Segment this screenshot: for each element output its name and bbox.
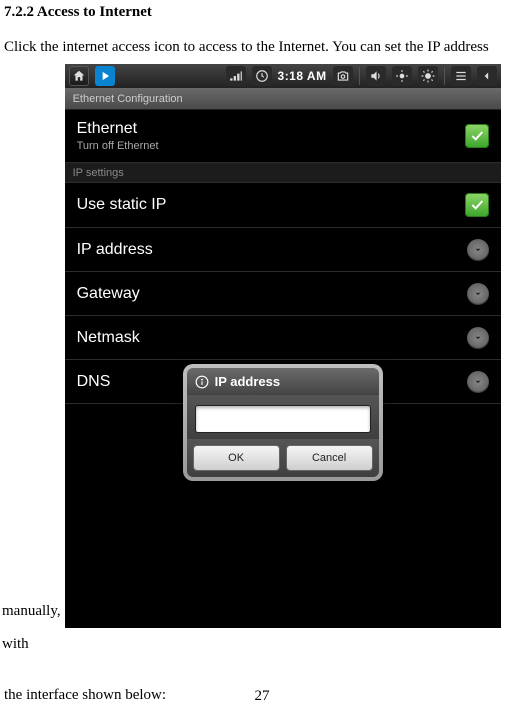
ok-button[interactable]: OK xyxy=(193,445,280,471)
dim-icon[interactable] xyxy=(392,66,412,86)
chevron-down-icon xyxy=(467,327,489,349)
row-ip-address[interactable]: IP address xyxy=(65,228,501,272)
home-icon[interactable] xyxy=(69,66,89,86)
back-icon[interactable] xyxy=(477,66,497,86)
chevron-down-icon xyxy=(467,283,489,305)
ip-address-input[interactable] xyxy=(195,405,371,433)
clock-icon xyxy=(252,66,272,86)
cancel-button[interactable]: Cancel xyxy=(286,445,373,471)
ip-address-dialog: IP address OK Cancel xyxy=(183,364,383,481)
chevron-down-icon xyxy=(467,371,489,393)
checkbox-checked-icon[interactable] xyxy=(465,193,489,217)
activity-title: Ethernet Configuration xyxy=(65,88,501,110)
row-gateway-label: Gateway xyxy=(77,285,467,303)
row-ethernet[interactable]: Ethernet Turn off Ethernet xyxy=(65,110,501,163)
volume-icon[interactable] xyxy=(366,66,386,86)
embedded-screenshot: 3:18 AM xyxy=(65,64,501,628)
row-use-static-ip[interactable]: Use static IP xyxy=(65,183,501,228)
play-icon[interactable] xyxy=(95,66,115,86)
section-heading: 7.2.2 Access to Internet xyxy=(2,4,522,21)
row-netmask[interactable]: Netmask xyxy=(65,316,501,360)
dialog-title-text: IP address xyxy=(215,374,281,389)
row-netmask-label: Netmask xyxy=(77,329,467,347)
info-icon xyxy=(195,375,209,389)
section-header-ip: IP settings xyxy=(65,163,501,183)
row-gateway[interactable]: Gateway xyxy=(65,272,501,316)
row-ethernet-sub: Turn off Ethernet xyxy=(77,140,465,152)
dialog-title: IP address xyxy=(187,368,379,395)
checkbox-checked-icon[interactable] xyxy=(465,124,489,148)
camera-icon[interactable] xyxy=(333,66,353,86)
menu-icon[interactable] xyxy=(451,66,471,86)
row-ip-address-label: IP address xyxy=(77,241,467,259)
row-ethernet-title: Ethernet xyxy=(77,120,465,138)
body-text-manually: manually, xyxy=(2,595,61,628)
status-time: 3:18 AM xyxy=(278,69,327,83)
bright-icon[interactable] xyxy=(418,66,438,86)
body-text-with: with xyxy=(2,628,29,661)
status-bar: 3:18 AM xyxy=(65,64,501,88)
chevron-down-icon xyxy=(467,239,489,261)
body-paragraph: Click the internet access icon to access… xyxy=(2,31,522,64)
page-number: 27 xyxy=(0,688,524,705)
row-use-static-label: Use static IP xyxy=(77,196,465,214)
signal-icon xyxy=(226,66,246,86)
